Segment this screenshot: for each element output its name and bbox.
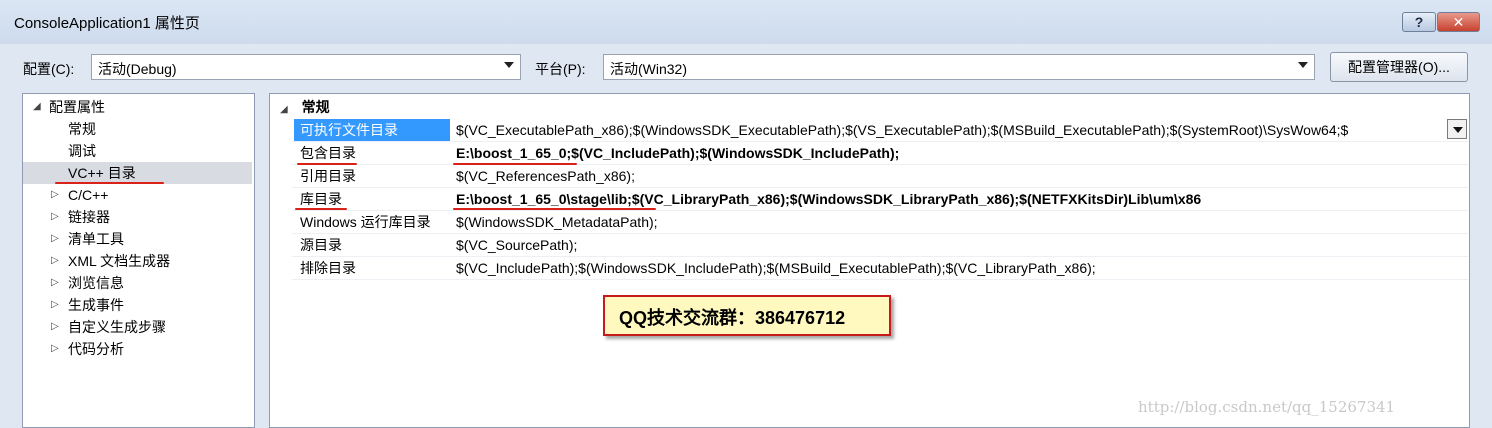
- tree-item-label: 代码分析: [68, 341, 124, 357]
- platform-value: 活动(Win32): [610, 61, 688, 77]
- property-value[interactable]: $(VC_ExecutablePath_x86);$(WindowsSDK_Ex…: [456, 119, 1456, 141]
- collapsed-triangle-icon[interactable]: ▷: [51, 206, 59, 228]
- annotation-underline: [297, 163, 357, 165]
- annotation-underline: [453, 208, 656, 210]
- property-value[interactable]: $(VC_ReferencesPath_x86);: [456, 165, 1456, 187]
- tree-item[interactable]: ▷ 浏览信息: [23, 272, 252, 294]
- help-button[interactable]: ?: [1402, 12, 1436, 32]
- chevron-down-icon: [504, 62, 514, 68]
- tree-item[interactable]: 常规: [23, 118, 252, 140]
- tree-item-label: C/C++: [68, 187, 109, 203]
- annotation-underline: [453, 163, 577, 165]
- section-label: 常规: [301, 99, 330, 115]
- property-row[interactable]: 排除目录 $(VC_IncludePath);$(WindowsSDK_Inclu…: [292, 257, 1468, 280]
- property-row[interactable]: 源目录 $(VC_SourcePath);: [292, 234, 1468, 257]
- tree-root-config-properties[interactable]: ◢ 配置属性: [23, 96, 252, 118]
- config-label: 配置(C):: [23, 61, 75, 77]
- property-value[interactable]: $(VC_SourcePath);: [456, 234, 1456, 256]
- property-tree: ◢ 配置属性 常规调试 VC++ 目录 ▷ C/C++ ▷ 链接器 ▷ 清单工具 ▷ XML 文档…: [22, 93, 255, 428]
- title-bar: ConsoleApplication1 属性页 ? ✕: [0, 0, 1492, 44]
- config-dropdown[interactable]: 活动(Debug): [91, 54, 521, 80]
- property-name: 包含目录: [300, 145, 356, 161]
- value-dropdown-button[interactable]: [1447, 119, 1467, 139]
- expanded-triangle-icon: ◢: [33, 101, 41, 112]
- tree-item-label: VC++ 目录: [68, 165, 136, 181]
- tree-item[interactable]: 调试: [23, 140, 252, 162]
- tree-item-label: 清单工具: [68, 231, 124, 247]
- property-grid: ◢ 常规 可执行文件目录 $(VC_ExecutablePath_x86);$(W…: [269, 93, 1470, 428]
- property-name: Windows 运行库目录: [300, 214, 431, 230]
- close-button[interactable]: ✕: [1437, 12, 1480, 32]
- chevron-down-icon: [1298, 62, 1308, 68]
- tree-item-label: 浏览信息: [68, 275, 124, 291]
- property-value[interactable]: $(VC_IncludePath);$(WindowsSDK_IncludePa…: [456, 257, 1456, 279]
- property-value[interactable]: E:\boost_1_65_0;$(VC_IncludePath);$(Wind…: [456, 142, 1456, 164]
- property-value[interactable]: E:\boost_1_65_0\stage\lib;$(VC_LibraryPa…: [456, 188, 1456, 210]
- tree-item[interactable]: ▷ 自定义生成步骤: [23, 316, 252, 338]
- property-name: 排除目录: [300, 260, 356, 276]
- collapsed-triangle-icon[interactable]: ▷: [51, 294, 59, 316]
- tree-item[interactable]: ▷ 生成事件: [23, 294, 252, 316]
- watermark: http://blog.csdn.net/qq_15267341: [1138, 398, 1396, 416]
- property-row[interactable]: 可执行文件目录 $(VC_ExecutablePath_x86);$(Window…: [292, 119, 1468, 142]
- config-value: 活动(Debug): [98, 61, 177, 77]
- section-header-general[interactable]: ◢ 常规: [280, 97, 330, 117]
- collapsed-triangle-icon[interactable]: ▷: [51, 228, 59, 250]
- platform-label: 平台(P):: [535, 61, 586, 77]
- config-manager-button[interactable]: 配置管理器(O)...: [1330, 52, 1468, 82]
- property-name: 引用目录: [300, 168, 356, 184]
- tree-item-label: 生成事件: [68, 297, 124, 313]
- collapsed-triangle-icon[interactable]: ▷: [51, 184, 59, 206]
- tree-item[interactable]: ▷ 链接器: [23, 206, 252, 228]
- qq-group-note: QQ技术交流群：386476712: [603, 295, 891, 336]
- tree-root-label: 配置属性: [49, 99, 105, 115]
- collapsed-triangle-icon[interactable]: ▷: [51, 250, 59, 272]
- property-name: 可执行文件目录: [294, 119, 450, 141]
- tree-item-label: 常规: [68, 121, 96, 137]
- property-value[interactable]: $(WindowsSDK_MetadataPath);: [456, 211, 1456, 233]
- tree-item-label: 调试: [68, 143, 96, 159]
- tree-item-label: 链接器: [68, 209, 110, 225]
- tree-item[interactable]: ▷ C/C++: [23, 184, 252, 206]
- tree-item[interactable]: ▷ 清单工具: [23, 228, 252, 250]
- property-row[interactable]: 包含目录 E:\boost_1_65_0;$(VC_IncludePath);$(…: [292, 142, 1468, 165]
- property-row[interactable]: 引用目录 $(VC_ReferencesPath_x86);: [292, 165, 1468, 188]
- collapsed-triangle-icon[interactable]: ▷: [51, 338, 59, 360]
- annotation-underline: [295, 208, 347, 210]
- annotation-underline: [55, 182, 164, 184]
- tree-item[interactable]: ▷ XML 文档生成器: [23, 250, 252, 272]
- tree-item-label: 自定义生成步骤: [68, 319, 166, 335]
- tree-item[interactable]: VC++ 目录: [23, 162, 252, 184]
- tree-item[interactable]: ▷ 代码分析: [23, 338, 252, 360]
- collapsed-triangle-icon[interactable]: ▷: [51, 316, 59, 338]
- window-title: ConsoleApplication1 属性页: [14, 15, 200, 32]
- collapsed-triangle-icon[interactable]: ▷: [51, 272, 59, 294]
- property-name: 库目录: [300, 191, 342, 207]
- platform-dropdown[interactable]: 活动(Win32): [603, 54, 1315, 80]
- expanded-triangle-icon: ◢: [280, 104, 288, 115]
- property-name: 源目录: [300, 237, 342, 253]
- tree-item-label: XML 文档生成器: [68, 253, 171, 269]
- property-row[interactable]: Windows 运行库目录 $(WindowsSDK_MetadataPath);: [292, 211, 1468, 234]
